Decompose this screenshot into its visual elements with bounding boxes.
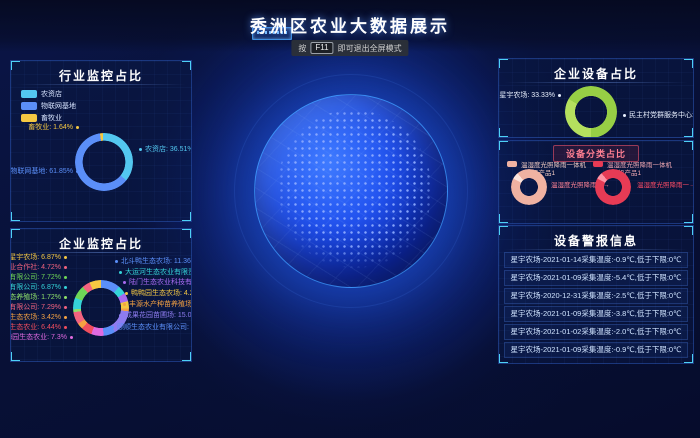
industry-donut-chart[interactable] — [75, 133, 133, 191]
alarm-row: 星宇农场-2020-12-31采集温度:-2.5℃,低于下限:0℃ — [504, 288, 688, 304]
chart-label: 农资店: 36.51% — [139, 145, 192, 154]
legend-item-sensor-right[interactable]: 温湿度光照降雨一体机 — [593, 159, 672, 169]
chart-label: 仁丰生态农业: 6.44% — [10, 323, 67, 332]
chart-label: 民主村党群服务中心: — [623, 111, 694, 120]
panel-alarm-info: 设备警报信息 星宇农场-2021-01-14采集温度:-0.9℃,低于下限:0℃… — [498, 225, 694, 364]
corner-decoration — [498, 58, 508, 68]
chart-label: 鸭鸭园生态农场: 4.29% — [125, 289, 192, 298]
chart-label: 星宇农场: 33.33% — [499, 91, 561, 100]
divider — [504, 82, 688, 83]
chart-label: 丰源水产种苗养殖场: 1. — [123, 300, 192, 309]
panel-title: 行业监控占比 — [11, 67, 191, 84]
legend-swatch — [593, 161, 603, 167]
chart-label: 秀洲菊花专业合作社: 4.72% — [10, 263, 67, 272]
corner-decoration — [684, 214, 694, 224]
chart-label: 李强生态农场: 3.42% — [10, 313, 67, 322]
panel-title: 企业设备占比 — [499, 65, 693, 82]
corner-decoration — [182, 228, 192, 238]
classification-left-donut[interactable] — [511, 169, 547, 205]
corner-decoration — [10, 60, 20, 70]
corner-decoration — [498, 128, 508, 138]
panel-equipment-classification: 设备分类占比 温湿度光照降雨一体机 一体机产品1 温湿度光照降雨一→ 温湿度光照… — [498, 140, 694, 224]
classification-right-donut[interactable] — [595, 169, 631, 205]
corner-decoration — [498, 214, 508, 224]
legend-item-sensor-left[interactable]: 温湿度光照降雨一体机 — [507, 159, 586, 169]
tooltip-suffix: 即可退出全屏模式 — [338, 43, 402, 54]
corner-decoration — [684, 128, 694, 138]
fullscreen-tooltip: 按 F11 即可退出全屏模式 — [291, 40, 408, 56]
legend-item-xumuye[interactable]: 畜牧业 — [21, 113, 62, 123]
alarm-row: 星宇农场-2021-01-09采集温度:-5.4℃,低于下限:0℃ — [504, 270, 688, 286]
panel-equipment-ratio: 企业设备占比 星宇农场: 33.33% 民主村党群服务中心: — [498, 58, 694, 138]
chart-label: 物联网基地: 61.85% — [10, 167, 79, 176]
legend-swatch — [21, 102, 37, 110]
chart-label: 北斗鸭生态农场: 11.36% — [115, 257, 192, 266]
corner-decoration — [182, 212, 192, 222]
panel-title: 企业监控占比 — [11, 235, 191, 252]
corner-decoration — [10, 352, 20, 362]
chart-label: 上华生态养殖场: 1.72% — [10, 293, 67, 302]
chart-label: 畜牧业: 1.64% — [28, 123, 79, 132]
corner-decoration — [182, 60, 192, 70]
corner-decoration — [10, 212, 20, 222]
alarm-row: 星宇农场-2021-01-02采集温度:-2.0℃,低于下限:0℃ — [504, 324, 688, 340]
corner-decoration — [498, 140, 508, 150]
corner-decoration — [182, 352, 192, 362]
legend-swatch — [507, 161, 517, 167]
f11-keycap: F11 — [310, 42, 333, 54]
tooltip-prefix: 按 — [298, 43, 306, 54]
chart-label: 家庭农场有限公司: 7.72% — [10, 273, 67, 282]
corner-decoration — [10, 228, 20, 238]
globe — [254, 94, 448, 288]
chart-label: 颐顺生态农业有限公司: 6.87% — [111, 323, 192, 332]
panel-title: 设备警报信息 — [499, 232, 693, 249]
chart-label: 陆门生态农业科技有限公 — [123, 278, 192, 287]
globe-mesh-overlay — [255, 95, 447, 287]
chart-label: 温湿度光照降雨一→ — [637, 179, 694, 189]
alarm-row: 星宇农场-2021-01-14采集温度:-0.9℃,低于下限:0℃ — [504, 252, 688, 268]
alarm-row: 星宇农场-2021-01-09采集温度:-0.9℃,低于下限:0℃ — [504, 342, 688, 358]
legend-swatch — [21, 90, 37, 98]
panel-industry-monitor: 行业监控占比 农资店 物联网基地 畜牧业 畜牧业: 1.64% 农资店: 36.… — [10, 60, 192, 222]
dashboard: 秀洲区农业大数据展示 按 F11 即可退出全屏模式 行业监控占比 农资店 物联网… — [0, 0, 700, 438]
panel-enterprise-monitor: 企业监控占比 星宇农场: 6.87% 秀洲菊花专业合作社: 4.72% 家庭农场… — [10, 228, 192, 362]
corner-decoration — [498, 225, 508, 235]
corner-decoration — [684, 140, 694, 150]
legend-item-nongzidian[interactable]: 农资店 — [21, 89, 62, 99]
legend-item-wulianwang[interactable]: 物联网基地 — [21, 101, 76, 111]
chart-label: 国开发有限公司: 6.87% — [10, 283, 67, 292]
chart-label: 大运河生态农业有限责任公 — [119, 268, 192, 277]
alarm-row: 星宇农场-2021-01-09采集温度:-3.8℃,低于下限:0℃ — [504, 306, 688, 322]
corner-decoration — [684, 58, 694, 68]
page-title: 秀洲区农业大数据展示 — [0, 12, 700, 37]
legend-swatch — [21, 114, 37, 122]
corner-decoration — [684, 225, 694, 235]
chart-label: 中粮5年有限公司: 7.29% — [10, 303, 67, 312]
chart-label: 星宇农场: 6.87% — [10, 253, 67, 262]
equipment-donut-chart[interactable] — [565, 86, 617, 138]
chart-label: 红梅园生态农业: 7.3% — [10, 333, 73, 342]
chart-label: 成果花园苗圃场: 15.02% — [119, 311, 192, 320]
divider — [504, 249, 688, 250]
divider — [16, 84, 186, 85]
